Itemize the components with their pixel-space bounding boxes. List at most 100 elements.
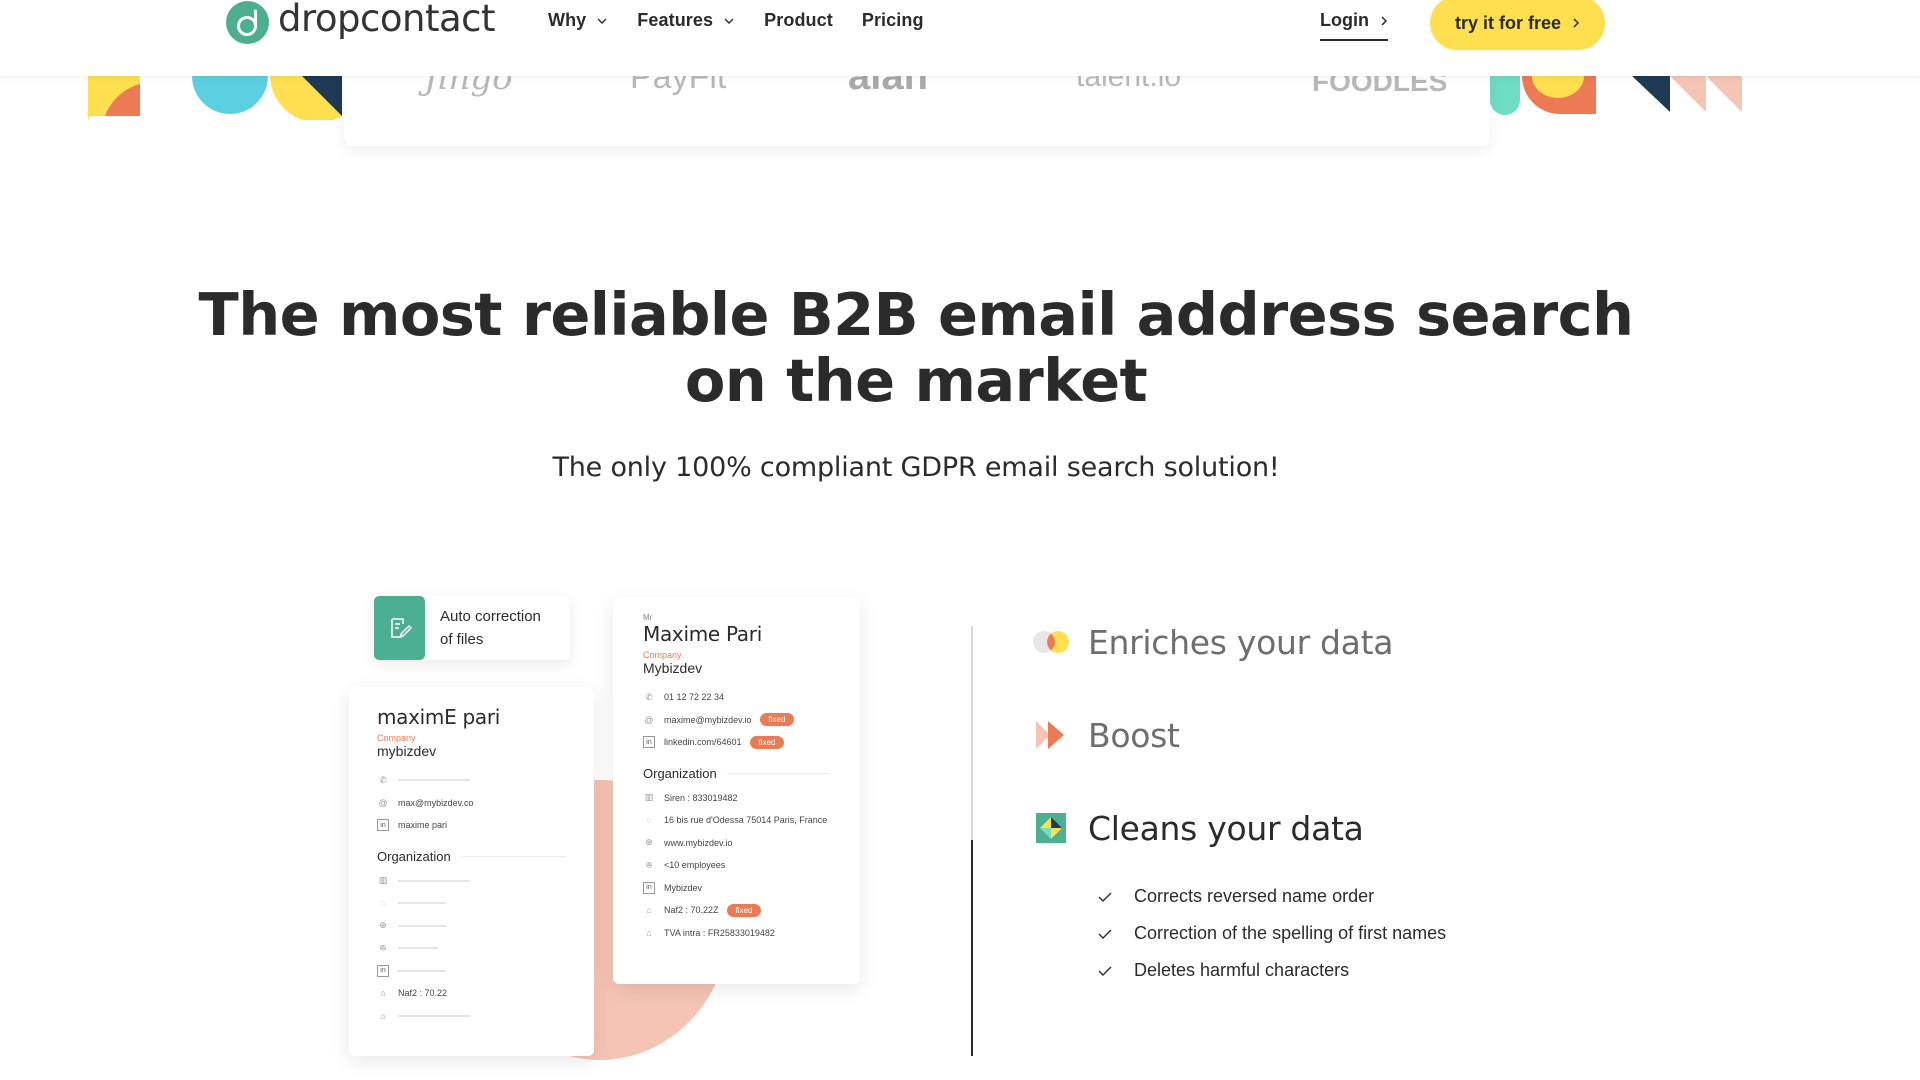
document-edit-icon [374,596,425,660]
email-value: maxime@mybizdev.io [664,714,752,725]
tva-value: TVA intra : FR25833019482 [664,927,775,938]
hero-subtitle: The only 100% compliant GDPR email searc… [552,452,1280,483]
feature-enriches[interactable]: Enriches your data [1031,622,1393,662]
globe-icon: ⊕ [645,837,653,848]
hero-title-line1: The most reliable B2B email address sear… [198,280,1634,349]
email-row: @ max@mybizdev.co [377,792,566,815]
org-linkedin-value: Mybizdev [664,882,703,893]
cta-label: try it for free [1454,12,1562,33]
check-item-label: Corrects reversed name order [1134,886,1375,906]
linkedin-row: in maxime pari [377,814,566,837]
people-icon: ꔮ [645,859,653,870]
feature-progress-active [971,840,973,1056]
feature-cleans[interactable]: Cleans your data [1031,808,1364,848]
company-label: Company [643,650,682,660]
employees-value: <10 employees [664,860,726,871]
siren-row: ▥ Siren : 833019482 [643,787,830,810]
organization-title: Organization [643,765,717,781]
website-row: ⊕ [377,915,566,938]
phone-value: 01 12 72 22 34 [664,692,725,703]
email-value: max@mybizdev.co [398,797,474,808]
try-for-free-button[interactable]: try it for free [1430,0,1605,50]
nav-why[interactable]: Why [548,10,608,31]
salutation: Mr [643,613,653,622]
at-icon: @ [378,797,388,808]
tva-row: ⌂ [377,1005,566,1028]
fixed-badge: fixed [759,713,795,727]
main-nav: Why Features Product Pricing [548,10,953,31]
linkedin-value: maxime pari [398,820,448,831]
nav-features-label: Features [637,10,714,30]
phone-row: ✆ 01 12 72 22 34 [643,686,830,709]
phone-row: ✆ [377,769,566,792]
check-item: Correction of the spelling of first name… [1098,915,1446,952]
feature-boost[interactable]: Boost [1031,715,1180,755]
linkedin-icon: in [643,736,655,749]
nav-why-label: Why [548,10,587,30]
organization-title: Organization [377,848,451,864]
siren-row: ▥ [377,870,566,893]
empty-value-line [398,969,446,972]
contact-card-before: maximE pari Company mybizdev ✆ @ max@mybi… [349,687,594,1056]
nav-pricing-label: Pricing [861,10,924,30]
naf-row: ⌂ Naf2 : 70.22Z fixed [643,899,830,922]
divider [726,772,830,774]
auto-correction-line2: of files [440,631,484,648]
fast-forward-icon [1031,715,1071,755]
nav-features[interactable]: Features [637,10,735,31]
org-linkedin-row: in Mybizdev [643,877,830,900]
website-value: www.mybizdev.io [664,837,733,848]
contact-name: Maxime Pari [643,622,762,646]
nav-product[interactable]: Product [764,10,833,31]
check-item: Deletes harmful characters [1098,952,1446,989]
bank-icon: ⌂ [380,1010,386,1021]
employees-row: ꔮ <10 employees [643,854,830,877]
hero-title: The most reliable B2B email address sear… [0,282,1832,414]
nav-pricing[interactable]: Pricing [862,10,924,31]
login-link[interactable]: Login [1320,10,1388,41]
checkmark-icon [1098,965,1114,977]
fixed-badge: fixed [749,735,785,749]
linkedin-icon: in [643,881,655,894]
empty-value-line [398,902,446,905]
at-icon: @ [644,714,654,725]
building-icon: ▥ [644,792,654,803]
empty-value-line [398,924,446,927]
location-pin-icon: ◌ [646,815,652,826]
naf-row: ⌂ Naf2 : 70.22 [377,982,566,1005]
building-icon: ▥ [378,875,388,886]
website-row: ⊕ www.mybizdev.io [643,832,830,855]
contact-name: maximE pari [377,705,501,729]
feature-enriches-label: Enriches your data [1088,622,1394,662]
employees-row: ꔮ [377,937,566,960]
auto-correction-label: Auto correction of files [440,605,560,651]
linkedin-row: in linkedin.com/64601 fixed [643,731,830,754]
logo-text: dropcontact [278,0,495,40]
nav-product-label: Product [764,10,833,30]
address-value: 16 bis rue d'Odessa 75014 Paris, France [664,815,828,826]
address-row: ◌ 16 bis rue d'Odessa 75014 Paris, France [643,809,830,832]
checkmark-icon [1098,928,1114,940]
organization-heading: Organization [377,849,566,864]
empty-value-line [398,879,470,882]
company-name: Mybizdev [643,660,703,676]
hero-title-line2: on the market [684,346,1148,415]
empty-value-line [398,779,470,782]
siren-value: Siren : 833019482 [664,792,738,803]
naf-value: Naf2 : 70.22Z [664,905,719,916]
contact-card-after: Mr Maxime Pari Company Mybizdev ✆ 01 12 7… [613,597,860,984]
tva-row: ⌂ TVA intra : FR25833019482 [643,922,830,945]
auto-correction-card: Auto correction of files [374,596,570,660]
clean-diamond-icon [1031,808,1071,848]
company-name: mybizdev [377,743,437,759]
dropcontact-logo-icon [226,0,269,44]
checkmark-icon [1098,891,1114,903]
empty-value-line [398,947,438,950]
bank-icon: ⌂ [646,905,652,916]
empty-value-line [398,1014,470,1017]
enrich-toggle-icon [1031,622,1071,662]
site-header: dropcontact Why Features Product Pricing… [0,0,1920,76]
brand-logo[interactable]: dropcontact [226,0,495,44]
bank-icon: ⌂ [646,927,652,938]
location-pin-icon: ◌ [380,898,386,909]
